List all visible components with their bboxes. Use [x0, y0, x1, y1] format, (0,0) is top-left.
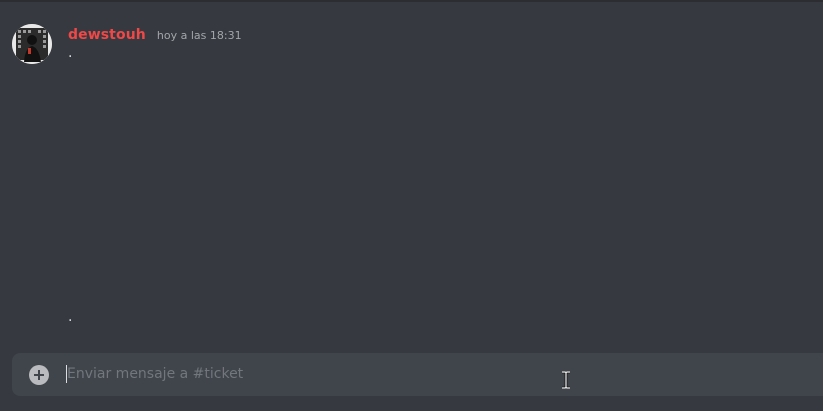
message-header: dewstouh hoy a las 18:31 — [68, 24, 242, 44]
username[interactable]: dewstouh — [68, 27, 146, 43]
text-caret — [66, 365, 67, 383]
plus-circle-icon[interactable] — [29, 365, 49, 385]
avatar[interactable] — [12, 24, 52, 64]
message-text: . — [68, 45, 73, 61]
message-group: dewstouh hoy a las 18:31 . — [12, 24, 792, 72]
message-composer — [12, 353, 823, 396]
timestamp: hoy a las 18:31 — [156, 29, 242, 42]
avatar-image-icon — [12, 24, 52, 64]
ibeam-cursor-icon — [562, 371, 570, 389]
chat-area: dewstouh hoy a las 18:31 . . — [0, 2, 823, 411]
message-input[interactable] — [67, 363, 767, 385]
message-text: . — [68, 309, 73, 325]
